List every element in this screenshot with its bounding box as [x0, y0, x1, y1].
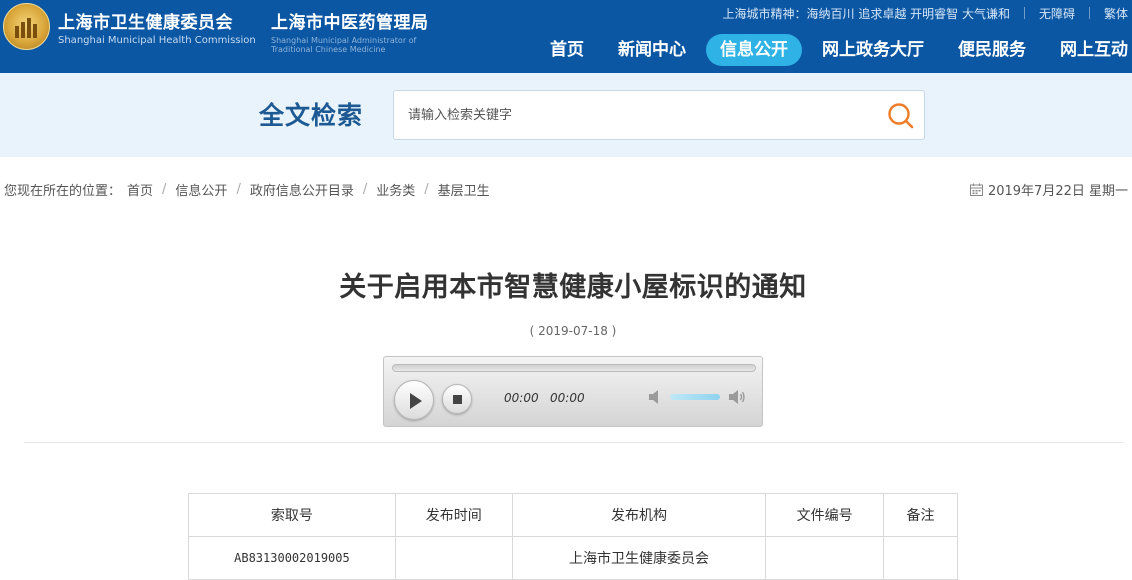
header-publish-time: 发布时间	[394, 493, 513, 537]
nav-online-interaction[interactable]: 网上互动	[1046, 34, 1132, 66]
emblem-icon[interactable]	[3, 3, 50, 50]
divider	[1023, 7, 1025, 19]
play-button[interactable]	[394, 380, 434, 420]
site-header: 上海市卫生健康委员会 Shanghai Municipal Health Com…	[0, 0, 1132, 73]
org1-name[interactable]: 上海市卫生健康委员会	[58, 8, 233, 33]
cell-index-number: AB83130002019005	[188, 536, 396, 580]
main-nav: 首页 新闻中心 信息公开 网上政务大厅 便民服务 网上互动	[530, 33, 1132, 67]
top-links: 上海城市精神：海纳百川 追求卓越 开明睿智 大气谦和 无障碍 繁体	[723, 5, 1132, 21]
volume-icon[interactable]	[728, 389, 746, 405]
cell-publisher: 上海市卫生健康委员会	[511, 536, 767, 580]
header-index-number: 索取号	[188, 493, 396, 537]
cell-remarks	[883, 536, 958, 580]
accessibility-link[interactable]: 无障碍	[1039, 5, 1075, 22]
audio-player: 00:00 00:00	[383, 356, 763, 427]
divider	[1088, 7, 1090, 19]
breadcrumb-info-disclosure[interactable]: 信息公开	[175, 180, 227, 199]
search-section: 全文检索	[0, 73, 1132, 157]
search-title: 全文检索	[259, 101, 364, 130]
breadcrumb-prefix: 您现在所在的位置：	[4, 184, 122, 199]
audio-progress-bar[interactable]	[392, 364, 756, 372]
stop-button[interactable]	[442, 384, 472, 414]
volume-slider[interactable]	[670, 394, 720, 400]
breadcrumb-separator: /	[162, 182, 167, 197]
calendar-icon	[969, 183, 983, 196]
nav-news-center[interactable]: 新闻中心	[604, 34, 700, 66]
org1-english-name: Shanghai Municipal Health Commission	[58, 35, 256, 46]
header-publisher: 发布机构	[511, 493, 767, 537]
nav-convenience-services[interactable]: 便民服务	[944, 34, 1040, 66]
city-slogan: 上海城市精神：海纳百川 追求卓越 开明睿智 大气谦和	[722, 6, 1010, 21]
breadcrumb-home[interactable]: 首页	[127, 180, 153, 199]
breadcrumb-row: 您现在所在的位置： 首页 / 信息公开 / 政府信息公开目录 / 业务类 / 基…	[0, 180, 1132, 200]
nav-online-services-hall[interactable]: 网上政务大厅	[808, 34, 938, 66]
search-box	[393, 90, 925, 140]
header-document-number: 文件编号	[765, 493, 885, 537]
current-date: 2019年7月22日 星期一	[969, 180, 1128, 199]
document-info-table: 索取号 发布时间 发布机构 文件编号 备注 AB83130002019005 上…	[188, 493, 958, 580]
breadcrumb-business[interactable]: 业务类	[376, 180, 415, 199]
content-divider	[24, 442, 1123, 443]
org2-english-name-line1: Shanghai Municipal Administrator of	[271, 36, 417, 45]
date-text: 2019年7月22日 星期一	[987, 184, 1128, 199]
nav-info-disclosure[interactable]: 信息公开	[706, 34, 802, 66]
current-time: 00:00	[504, 391, 539, 405]
breadcrumb-separator: /	[236, 182, 241, 197]
breadcrumb-catalog[interactable]: 政府信息公开目录	[250, 180, 354, 199]
cell-publish-time	[394, 536, 513, 580]
org2-english-name-line2: Traditional Chinese Medicine	[271, 45, 386, 54]
table-header-row: 索取号 发布时间 发布机构 文件编号 备注	[188, 493, 958, 537]
breadcrumb-separator: /	[424, 182, 429, 197]
table-row: AB83130002019005 上海市卫生健康委员会	[188, 536, 958, 580]
breadcrumb: 您现在所在的位置： 首页 / 信息公开 / 政府信息公开目录 / 业务类 / 基…	[4, 180, 490, 199]
breadcrumb-separator: /	[362, 182, 368, 197]
search-icon[interactable]	[886, 101, 916, 131]
breadcrumb-primary-health[interactable]: 基层卫生	[438, 180, 490, 199]
org2-name[interactable]: 上海市中医药管理局	[271, 8, 429, 33]
duration: 00:00	[550, 391, 585, 405]
search-input[interactable]	[408, 91, 868, 139]
cell-document-number	[765, 536, 885, 580]
article-title: 关于启用本市智慧健康小屋标识的通知	[339, 272, 807, 303]
article-date: ( 2019-07-18 )	[529, 324, 617, 338]
header-remarks: 备注	[883, 493, 958, 537]
nav-home[interactable]: 首页	[536, 34, 598, 66]
mute-icon[interactable]	[647, 389, 665, 405]
traditional-chinese-link[interactable]: 繁体	[1104, 5, 1128, 22]
